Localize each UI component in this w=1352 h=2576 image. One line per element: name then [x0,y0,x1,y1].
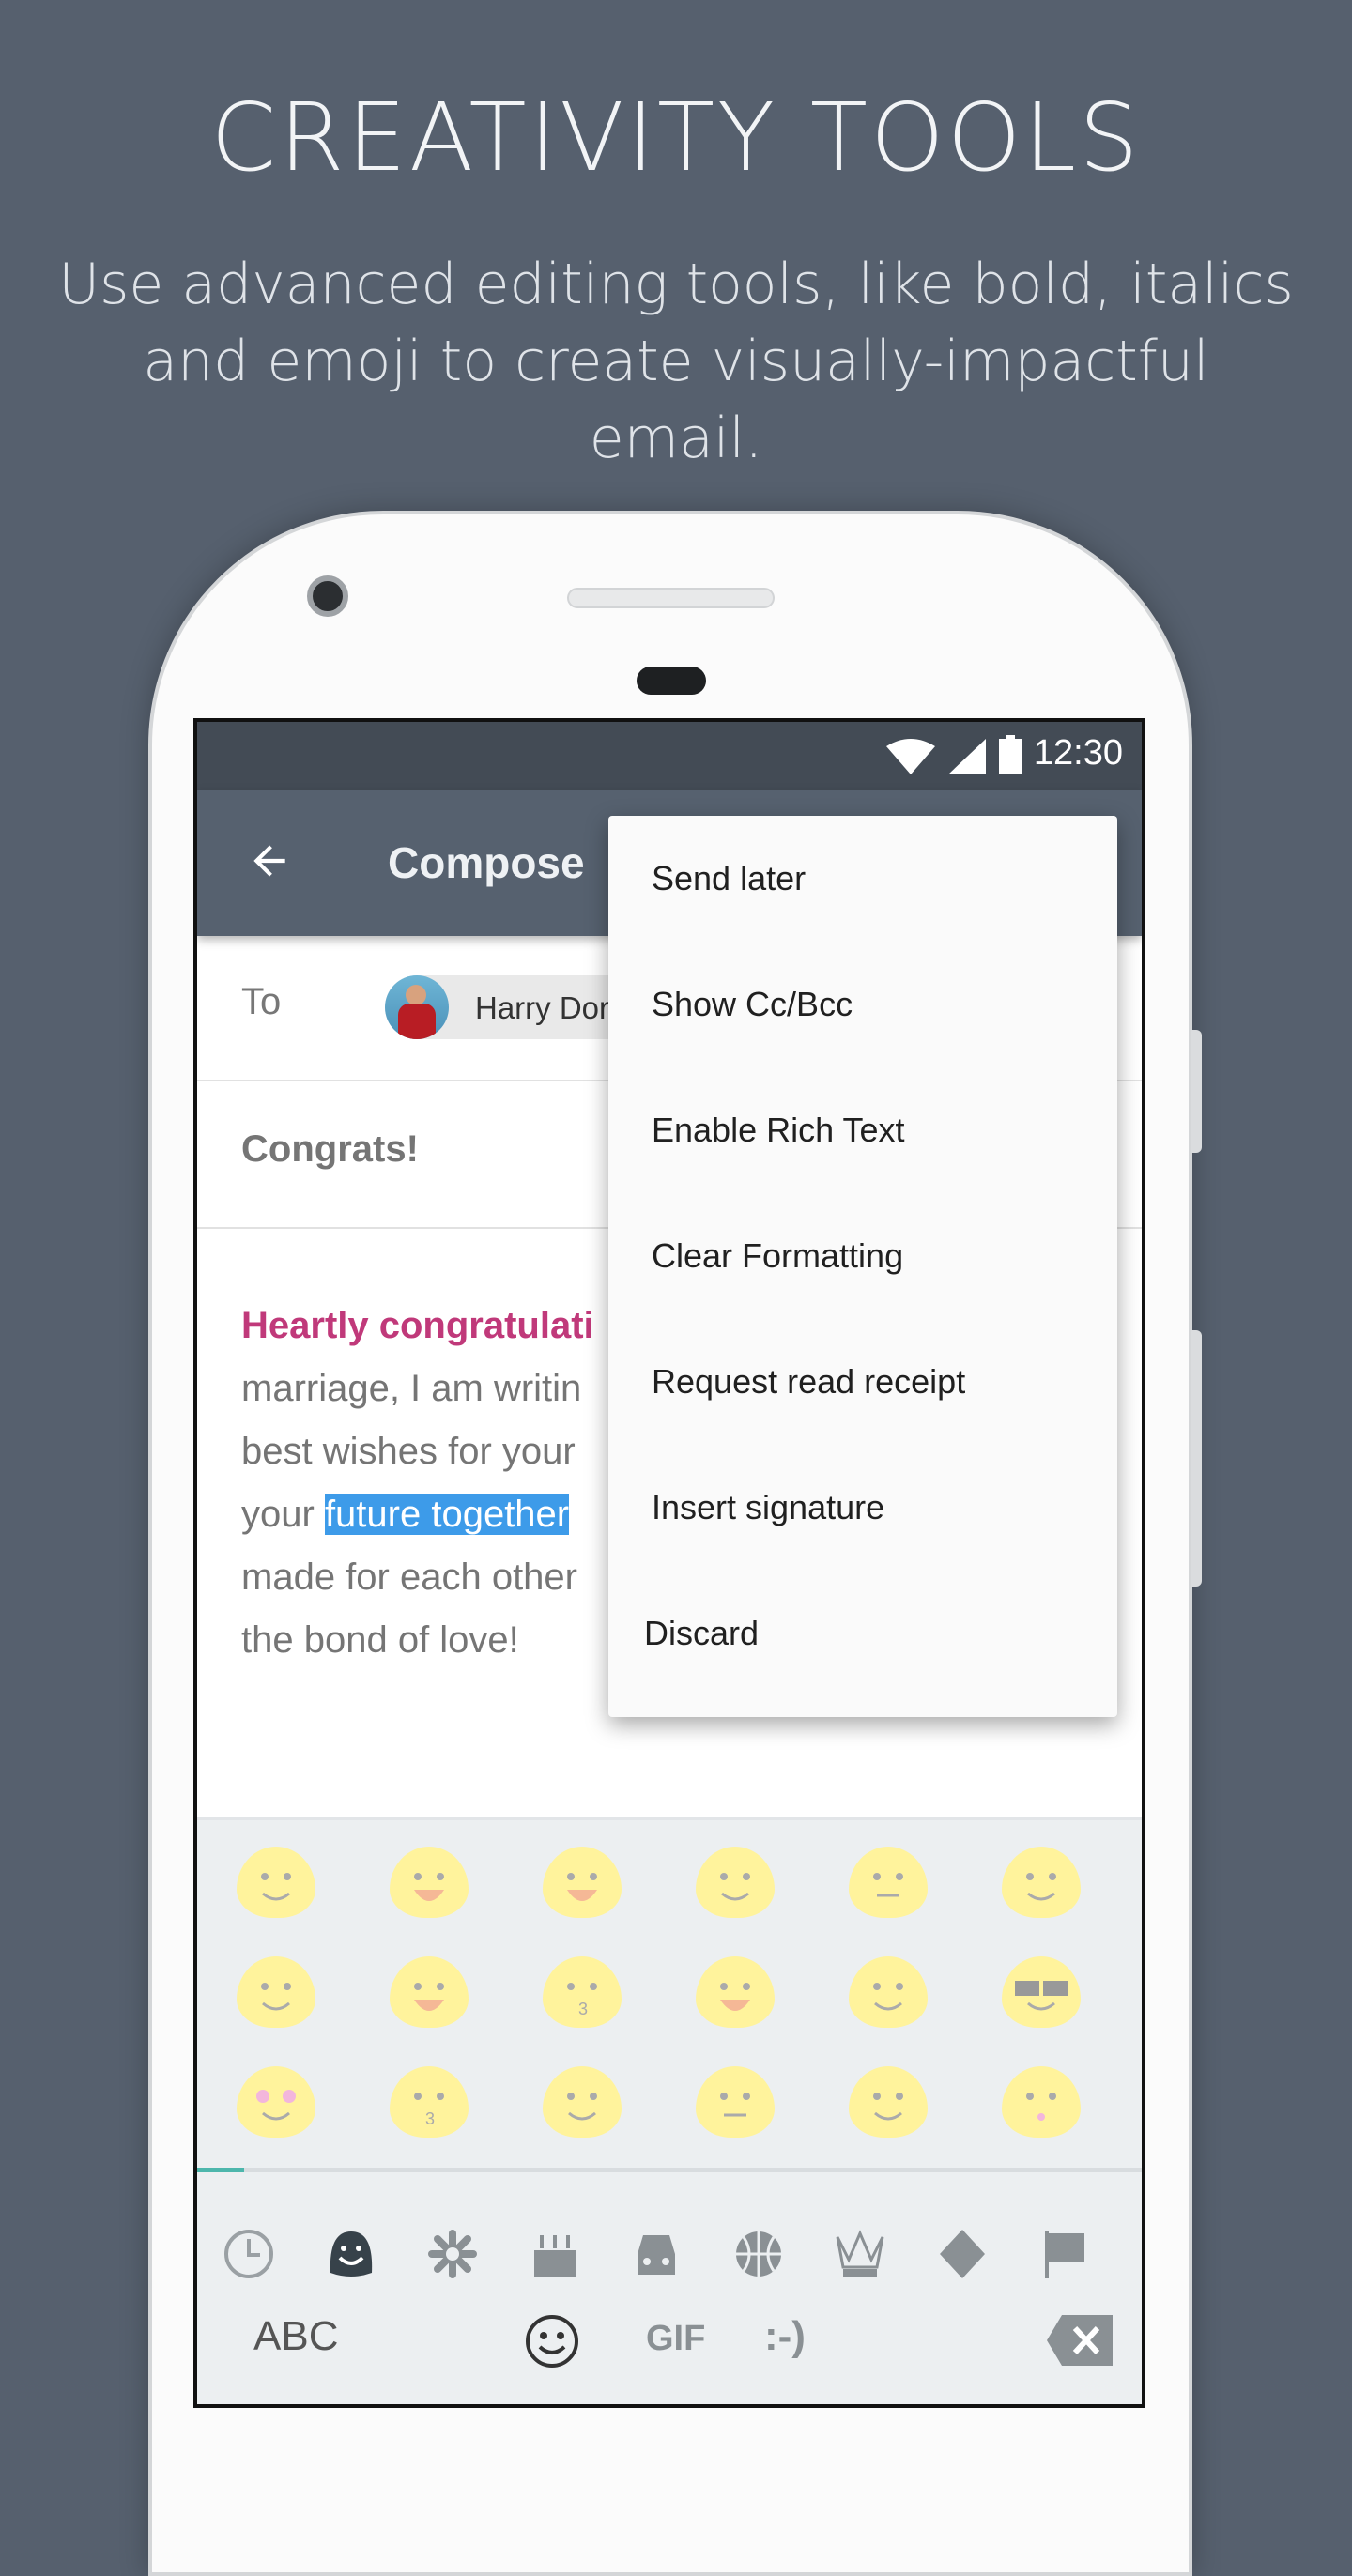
hero-subtitle-line: and emoji to create visually-impactful e… [143,329,1209,471]
overflow-menu: Send later Show Cc/Bcc Enable Rich Text … [608,816,1117,1717]
sensor [637,667,706,695]
emoji-grin[interactable] [390,1847,469,1918]
emoji-hearts[interactable] [237,2066,315,2138]
svg-text:3: 3 [425,2109,435,2128]
subject-text: Congrats! [241,1128,419,1170]
avatar [385,975,449,1039]
car-icon[interactable] [628,2226,684,2282]
recipient-name: Harry Dor [475,990,610,1025]
page-indicator-fill [197,2168,245,2172]
emoji-oh[interactable] [1002,2066,1081,2138]
selected-text[interactable]: future together [324,1494,570,1535]
emoji-think[interactable] [696,1847,775,1918]
menu-item-clear-formatting[interactable]: Clear Formatting [608,1193,1117,1319]
flower-icon[interactable] [424,2226,481,2282]
menu-item-send-later[interactable]: Send later [608,816,1117,942]
to-label: To [241,981,282,1022]
volume-button [1191,1030,1202,1153]
arrow-left-icon[interactable] [246,837,293,884]
backspace-icon[interactable] [1047,2315,1113,2366]
crown-icon[interactable] [832,2226,888,2282]
emoji-blush[interactable] [849,1956,928,2028]
emoji-laugh[interactable] [390,1956,469,2028]
menu-item-discard[interactable]: Discard [608,1571,1117,1696]
camera-icon [307,575,348,617]
basketball-icon[interactable] [730,2226,787,2282]
emoji-neutral[interactable] [849,1847,928,1918]
menu-item-show-cc-bcc[interactable]: Show Cc/Bcc [608,942,1117,1067]
battery-icon [999,735,1022,774]
power-button [1191,1330,1202,1587]
emoji-neutral[interactable] [696,2066,775,2138]
cake-icon[interactable] [527,2226,583,2282]
hero-subtitle-line: Use advanced editing tools, like bold, i… [58,252,1294,317]
emoji-tab-icon[interactable] [524,2313,580,2369]
emoji-roll[interactable] [543,2066,622,2138]
status-bar: 12:30 [197,722,1142,790]
gif-button[interactable]: GIF [646,2319,705,2359]
recent-icon[interactable] [221,2226,277,2282]
emoji-wink[interactable] [849,2066,928,2138]
menu-item-request-read-receipt[interactable]: Request read receipt [608,1319,1117,1445]
keyboard-bottom-row: ABC GIF :-) [197,2304,1142,2379]
signal-icon [948,739,986,774]
hero-subtitle: Use advanced editing tools, like bold, i… [56,246,1296,477]
emoji-yum[interactable] [1002,1847,1081,1918]
emoji-kissheart[interactable]: 3 [390,2066,469,2138]
emoticon-button[interactable]: :-) [764,2313,806,2360]
emoji-smile[interactable] [237,1956,315,2028]
emoji-open[interactable] [543,1847,622,1918]
body-text-fragment: your [241,1494,325,1535]
page-title: Compose [388,838,585,887]
status-time: 12:30 [1033,733,1123,773]
menu-item-enable-rich-text[interactable]: Enable Rich Text [608,1067,1117,1193]
emoji-kiss[interactable]: 3 [543,1956,622,2028]
abc-button[interactable]: ABC [254,2313,338,2360]
emoji-keyboard: 3 3 ABC GIF :-) [197,1817,1142,2404]
menu-item-insert-signature[interactable]: Insert signature [608,1445,1117,1571]
speaker-grille [567,588,775,608]
flag-icon[interactable] [1036,2226,1092,2282]
emoji-cool[interactable] [1002,1956,1081,2028]
wifi-icon [886,739,935,774]
emoji-sweat[interactable] [696,1956,775,2028]
smiley-icon[interactable] [323,2226,379,2282]
diamond-icon[interactable] [934,2226,991,2282]
hero-title: CREATIVITY TOOLS [210,83,1142,192]
emoji-page-indicator [197,2168,1142,2172]
emoji-smile[interactable] [237,1847,315,1918]
svg-text:3: 3 [578,2000,588,2018]
